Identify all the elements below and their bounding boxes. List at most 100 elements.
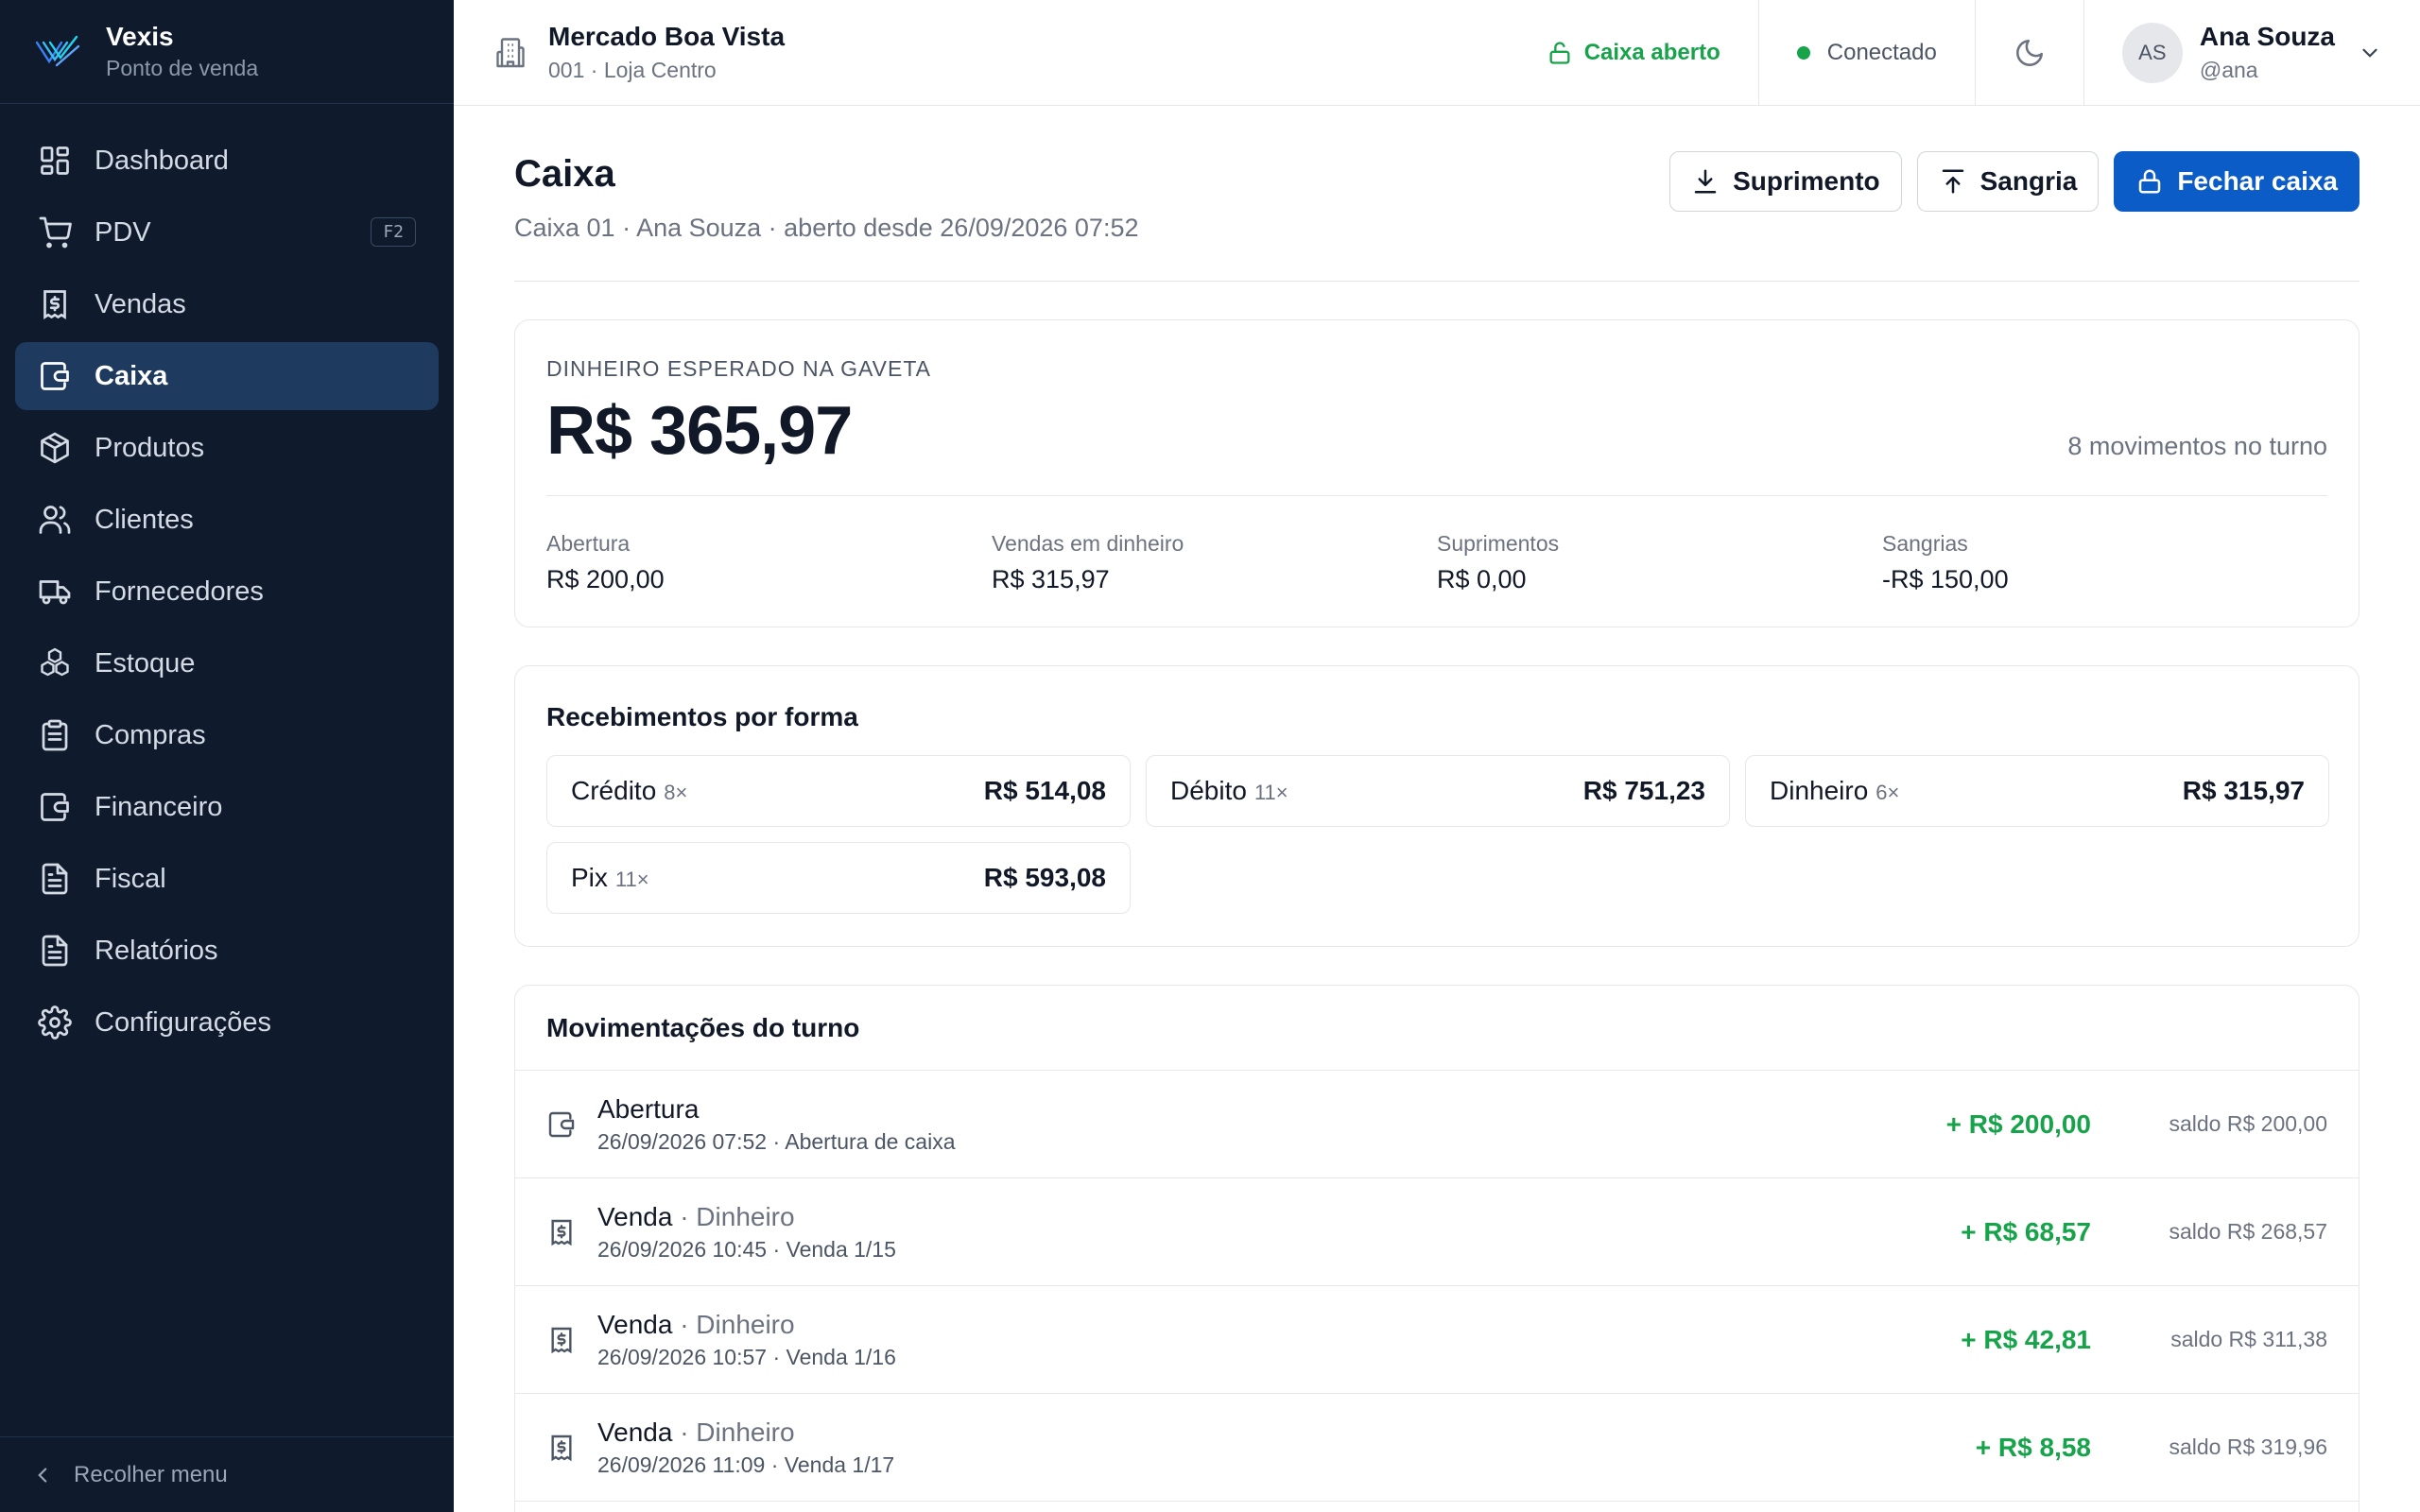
table-row[interactable]: Venda · Dinheiro 26/09/2026 10:57 · Vend… <box>515 1286 2359 1394</box>
stat-sangrias: Sangrias -R$ 150,00 <box>1882 530 2327 598</box>
sidebar-item-vendas[interactable]: Vendas <box>15 270 439 338</box>
table-row[interactable]: Venda · Dinheiro 26/09/2026 10:45 · Vend… <box>515 1178 2359 1286</box>
movement-method: · Dinheiro <box>672 1201 795 1231</box>
receipt-dinheiro: Dinheiro 6× R$ 315,97 <box>1745 755 2329 827</box>
cash-expected-amount: R$ 365,97 <box>546 393 853 469</box>
movement-detail: 26/09/2026 10:57 · Venda 1/16 <box>597 1345 896 1370</box>
cash-stats: Abertura R$ 200,00 Vendas em dinheiro R$… <box>546 530 2327 598</box>
sidebar-item-label: Relatórios <box>95 935 218 966</box>
connection-label: Conectado <box>1826 39 1937 65</box>
fechar-caixa-button[interactable]: Fechar caixa <box>2114 151 2360 212</box>
main-content: Caixa Caixa 01 · Ana Souza · aberto desd… <box>514 106 2360 1512</box>
package-icon <box>41 432 69 464</box>
movement-kind: Venda <box>597 1417 673 1447</box>
receipt-icon <box>551 1219 572 1246</box>
receipt-name: Pix <box>571 863 608 892</box>
stat-vendas-dinheiro: Vendas em dinheiro R$ 315,97 <box>992 530 1437 598</box>
receipt-count: 6× <box>1876 781 1900 804</box>
moon-icon <box>2015 39 2043 66</box>
topbar: Mercado Boa Vista 001 · Loja Centro Caix… <box>454 0 2420 106</box>
movement-balance: saldo R$ 268,57 <box>2169 1219 2327 1244</box>
sidebar-item-produtos[interactable]: Produtos <box>15 414 439 482</box>
user-menu[interactable]: AS Ana Souza @ana <box>2083 0 2420 106</box>
sangria-button[interactable]: Sangria <box>1916 151 2100 212</box>
page-header: Caixa Caixa 01 · Ana Souza · aberto desd… <box>514 106 2360 282</box>
receipt-name: Dinheiro <box>1770 776 1869 805</box>
boxes-icon <box>41 647 69 677</box>
movement-detail: 26/09/2026 07:52 · Abertura de caixa <box>597 1129 956 1155</box>
sangria-label: Sangria <box>1979 166 2078 196</box>
collapse-menu-label: Recolher menu <box>74 1461 228 1487</box>
page-actions: Suprimento Sangria Fechar caixa <box>1669 151 2360 212</box>
store-subtitle: 001 · Loja Centro <box>548 57 717 82</box>
table-row[interactable]: Abertura 26/09/2026 07:52 · Abertura de … <box>515 1071 2359 1178</box>
store-name: Mercado Boa Vista <box>548 22 786 52</box>
receipts-card: Recebimentos por forma Crédito 8× R$ 514,… <box>514 665 2360 947</box>
unlock-icon <box>1549 41 1570 64</box>
vexis-logo-icon <box>35 35 80 66</box>
receipt-value: R$ 315,97 <box>2182 776 2305 805</box>
lock-icon <box>2139 169 2161 194</box>
sidebar-item-label: Vendas <box>95 288 186 319</box>
sidebar-item-label: Dashboard <box>95 145 229 176</box>
receipt-name: Débito <box>1170 776 1247 805</box>
movement-amount: + R$ 68,57 <box>1961 1216 2091 1246</box>
brand[interactable]: Vexis Ponto de venda <box>0 0 454 104</box>
cash-expected-label: DINHEIRO ESPERADO NA GAVETA <box>546 356 932 381</box>
sidebar-item-configuracoes[interactable]: Configurações <box>15 988 439 1057</box>
cash-summary-card: DINHEIRO ESPERADO NA GAVETA R$ 365,97 8 … <box>514 319 2360 627</box>
receipts-title: Recebimentos por forma <box>546 702 858 731</box>
sidebar-nav: Dashboard PDV F2 Vendas Caixa Produtos C… <box>0 104 454 1057</box>
stat-suprimentos: Suprimentos R$ 0,00 <box>1437 530 1882 598</box>
sidebar-item-relatorios[interactable]: Relatórios <box>15 917 439 985</box>
building-icon <box>496 38 525 68</box>
suprimento-button[interactable]: Suprimento <box>1669 151 1902 212</box>
stat-value: R$ 315,97 <box>992 564 1110 593</box>
collapse-menu-button[interactable]: Recolher menu <box>0 1436 454 1512</box>
brand-subtitle: Ponto de venda <box>106 55 259 80</box>
movement-amount: + R$ 200,00 <box>1945 1108 2091 1139</box>
sidebar-item-estoque[interactable]: Estoque <box>15 629 439 697</box>
theme-toggle-button[interactable] <box>1974 0 2083 106</box>
dashboard-icon <box>41 146 69 175</box>
movements-count: 8 movimentos no turno <box>2067 432 2327 460</box>
stat-label: Sangrias <box>1882 531 1968 556</box>
sidebar-item-label: PDV <box>95 216 151 248</box>
sidebar-item-clientes[interactable]: Clientes <box>15 486 439 554</box>
sidebar-item-label: Produtos <box>95 432 205 463</box>
truck-icon <box>39 580 71 605</box>
table-row[interactable]: Venda · Dinheiro 26/09/2026 11:09 · Vend… <box>515 1394 2359 1502</box>
movement-method: · Dinheiro <box>672 1309 795 1339</box>
receipt-pix: Pix 11× R$ 593,08 <box>546 842 1131 914</box>
sidebar-item-label: Caixa <box>95 360 168 391</box>
chevron-down-icon <box>2362 48 2377 58</box>
caixa-status-label: Caixa aberto <box>1583 39 1720 65</box>
movement-kind: Abertura <box>597 1093 700 1124</box>
receipt-value: R$ 751,23 <box>1582 776 1705 805</box>
sidebar-item-dashboard[interactable]: Dashboard <box>15 127 439 195</box>
sidebar-item-financeiro[interactable]: Financeiro <box>15 773 439 841</box>
movement-balance: saldo R$ 200,00 <box>2169 1111 2327 1136</box>
stat-value: R$ 0,00 <box>1437 564 1527 593</box>
store-selector[interactable]: Mercado Boa Vista 001 · Loja Centro <box>454 20 1509 85</box>
sidebar-item-caixa[interactable]: Caixa <box>15 342 439 410</box>
caixa-status[interactable]: Caixa aberto <box>1509 0 1758 106</box>
wallet-icon <box>41 793 69 821</box>
upload-icon <box>1942 169 1963 194</box>
divider <box>546 495 2327 496</box>
stat-label: Suprimentos <box>1437 531 1560 556</box>
sidebar-item-label: Compras <box>95 719 206 750</box>
connection-status: Conectado <box>1757 0 1975 106</box>
sidebar-item-fornecedores[interactable]: Fornecedores <box>15 558 439 626</box>
sidebar-item-pdv[interactable]: PDV F2 <box>15 198 439 266</box>
sidebar: Vexis Ponto de venda Dashboard PDV F2 Ve… <box>0 0 454 1512</box>
receipt-icon <box>551 1435 572 1461</box>
movement-method: · Dinheiro <box>672 1417 795 1447</box>
chevron-left-icon <box>38 1467 47 1483</box>
sidebar-item-fiscal[interactable]: Fiscal <box>15 845 439 913</box>
movement-amount: + R$ 42,81 <box>1961 1324 2091 1354</box>
movement-kind: Venda <box>597 1309 673 1339</box>
receipt-count: 8× <box>664 781 688 804</box>
sidebar-item-compras[interactable]: Compras <box>15 701 439 769</box>
movement-detail: 26/09/2026 11:09 · Venda 1/17 <box>597 1452 895 1478</box>
